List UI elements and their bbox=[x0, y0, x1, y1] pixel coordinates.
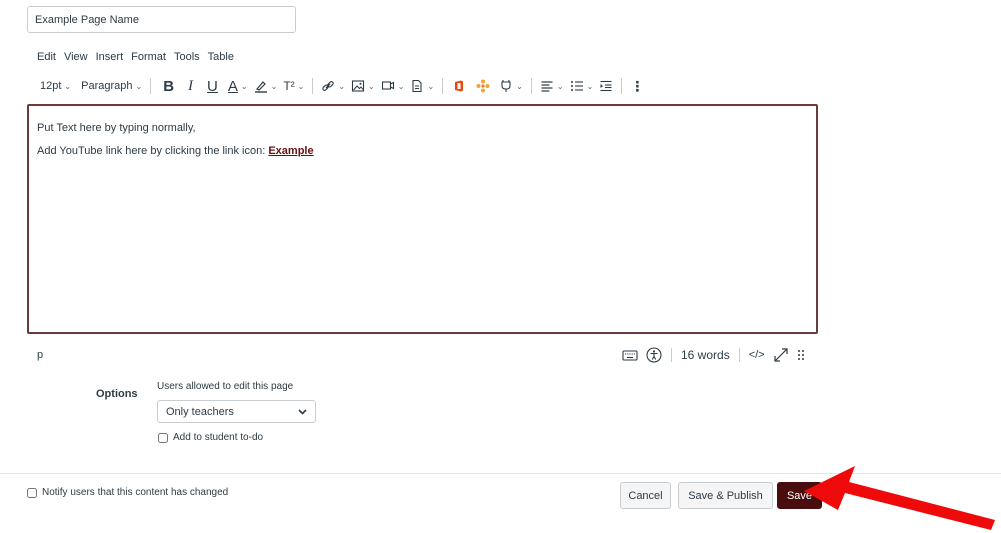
editor-text: Add YouTube link here by clicking the li… bbox=[37, 145, 269, 157]
editor-paragraph: Add YouTube link here by clicking the li… bbox=[37, 145, 808, 157]
notify-users-label: Notify users that this content has chang… bbox=[42, 487, 229, 498]
example-link[interactable]: Example bbox=[268, 145, 313, 157]
statusbar-divider bbox=[738, 348, 740, 362]
keyboard-shortcuts-button[interactable] bbox=[618, 345, 642, 365]
apps-button[interactable] bbox=[470, 76, 496, 96]
resize-handle[interactable] bbox=[793, 345, 809, 365]
toolbar-divider bbox=[442, 78, 444, 94]
image-button[interactable]: ⌄ bbox=[348, 76, 378, 96]
text-color-button[interactable]: A ⌄ bbox=[225, 76, 251, 96]
menu-tools[interactable]: Tools bbox=[174, 51, 200, 63]
red-arrow-annotation bbox=[804, 466, 995, 530]
apps-icon bbox=[476, 79, 490, 93]
office-icon bbox=[455, 80, 464, 92]
link-icon bbox=[322, 81, 335, 91]
text-color-icon: A bbox=[227, 77, 238, 95]
toolbar-divider bbox=[530, 78, 532, 94]
indent-icon bbox=[600, 80, 612, 92]
rich-text-editor[interactable]: Put Text here by typing normally, Add Yo… bbox=[27, 104, 818, 334]
bullet-list-button[interactable]: ⌄ bbox=[567, 76, 597, 96]
html-editor-toggle[interactable]: </> bbox=[745, 345, 769, 365]
underline-button[interactable]: U bbox=[200, 76, 225, 96]
media-button[interactable]: ⌄ bbox=[378, 76, 408, 96]
superscript-icon: T² bbox=[283, 79, 295, 93]
element-path[interactable]: p bbox=[37, 349, 43, 361]
document-button[interactable]: ⌄ bbox=[407, 76, 437, 96]
edit-permission-select[interactable]: Only teachers bbox=[157, 400, 316, 423]
font-size-value: 12pt bbox=[40, 80, 62, 92]
edit-permission-label: Users allowed to edit this page bbox=[157, 381, 294, 392]
notify-users-checkbox[interactable] bbox=[27, 487, 37, 498]
editor-menubar: Edit View Insert Format Tools Table bbox=[37, 51, 234, 63]
fullscreen-button[interactable] bbox=[769, 345, 793, 365]
notify-users-option: Notify users that this content has chang… bbox=[27, 487, 228, 498]
editor-statusbar: 16 words </> bbox=[618, 345, 809, 365]
link-button[interactable]: ⌄ bbox=[318, 76, 348, 96]
chevron-down-icon: ⌄ bbox=[556, 81, 564, 91]
chevron-down-icon: ⌄ bbox=[64, 81, 72, 91]
toolbar-divider bbox=[312, 78, 314, 94]
media-icon bbox=[381, 81, 394, 90]
chevron-down-icon: ⌄ bbox=[397, 81, 405, 91]
save-publish-button[interactable]: Save & Publish bbox=[678, 482, 773, 509]
highlighter-icon bbox=[254, 81, 267, 93]
italic-button[interactable]: I bbox=[181, 76, 200, 96]
office-365-button[interactable] bbox=[448, 76, 470, 96]
chevron-down-icon: ⌄ bbox=[516, 81, 523, 91]
superscript-button[interactable]: T² ⌄ bbox=[280, 76, 307, 96]
drag-handle-icon bbox=[797, 350, 804, 360]
chevron-down-icon: ⌄ bbox=[368, 81, 375, 91]
menu-edit[interactable]: Edit bbox=[37, 51, 56, 63]
chevron-down-icon: ⌄ bbox=[270, 81, 278, 91]
menu-table[interactable]: Table bbox=[208, 51, 234, 63]
bullet-list-icon bbox=[570, 81, 583, 91]
chevron-down-icon: ⌄ bbox=[338, 81, 346, 91]
chevron-down-icon bbox=[298, 408, 307, 415]
word-count: 16 words bbox=[681, 348, 730, 362]
font-size-dropdown[interactable]: 12pt ⌄ bbox=[37, 76, 74, 96]
student-todo-checkbox[interactable] bbox=[158, 432, 168, 443]
indent-button[interactable] bbox=[596, 76, 616, 96]
align-button[interactable]: ⌄ bbox=[537, 76, 567, 96]
accessibility-checker-button[interactable] bbox=[642, 345, 666, 365]
options-label: Options bbox=[96, 388, 138, 400]
statusbar-divider bbox=[671, 348, 672, 362]
align-left-icon bbox=[541, 81, 553, 92]
menu-format[interactable]: Format bbox=[131, 51, 166, 63]
chevron-down-icon: ⌄ bbox=[427, 81, 435, 91]
toolbar-divider bbox=[621, 78, 623, 94]
bold-button[interactable]: B bbox=[156, 76, 181, 96]
student-todo-option: Add to student to-do bbox=[158, 432, 263, 443]
toolbar-divider bbox=[150, 78, 152, 94]
more-options-button[interactable]: ⋮ bbox=[627, 76, 647, 96]
expand-icon bbox=[774, 348, 788, 362]
plugin-button[interactable]: ⌄ bbox=[496, 76, 526, 96]
editor-toolbar: 12pt ⌄ Paragraph ⌄ B I U A ⌄ ⌄ T² ⌄ ⌄ ⌄ … bbox=[37, 76, 647, 96]
student-todo-label: Add to student to-do bbox=[173, 432, 264, 443]
cancel-button[interactable]: Cancel bbox=[620, 482, 671, 509]
menu-insert[interactable]: Insert bbox=[96, 51, 124, 63]
highlight-color-button[interactable]: ⌄ bbox=[251, 76, 281, 96]
image-icon bbox=[351, 80, 365, 92]
accessibility-icon bbox=[646, 347, 662, 363]
page-title-input[interactable] bbox=[27, 6, 296, 33]
keyboard-icon bbox=[622, 350, 638, 361]
editor-paragraph: Put Text here by typing normally, bbox=[37, 122, 196, 134]
edit-permission-value: Only teachers bbox=[166, 405, 234, 418]
chevron-down-icon: ⌄ bbox=[297, 81, 305, 91]
menu-view[interactable]: View bbox=[64, 51, 88, 63]
document-icon bbox=[412, 79, 423, 93]
chevron-down-icon: ⌄ bbox=[240, 81, 248, 91]
block-format-dropdown[interactable]: Paragraph ⌄ bbox=[78, 76, 145, 96]
block-format-value: Paragraph bbox=[81, 80, 133, 92]
plug-icon bbox=[501, 80, 511, 92]
chevron-down-icon: ⌄ bbox=[135, 81, 143, 91]
chevron-down-icon: ⌄ bbox=[586, 81, 594, 91]
